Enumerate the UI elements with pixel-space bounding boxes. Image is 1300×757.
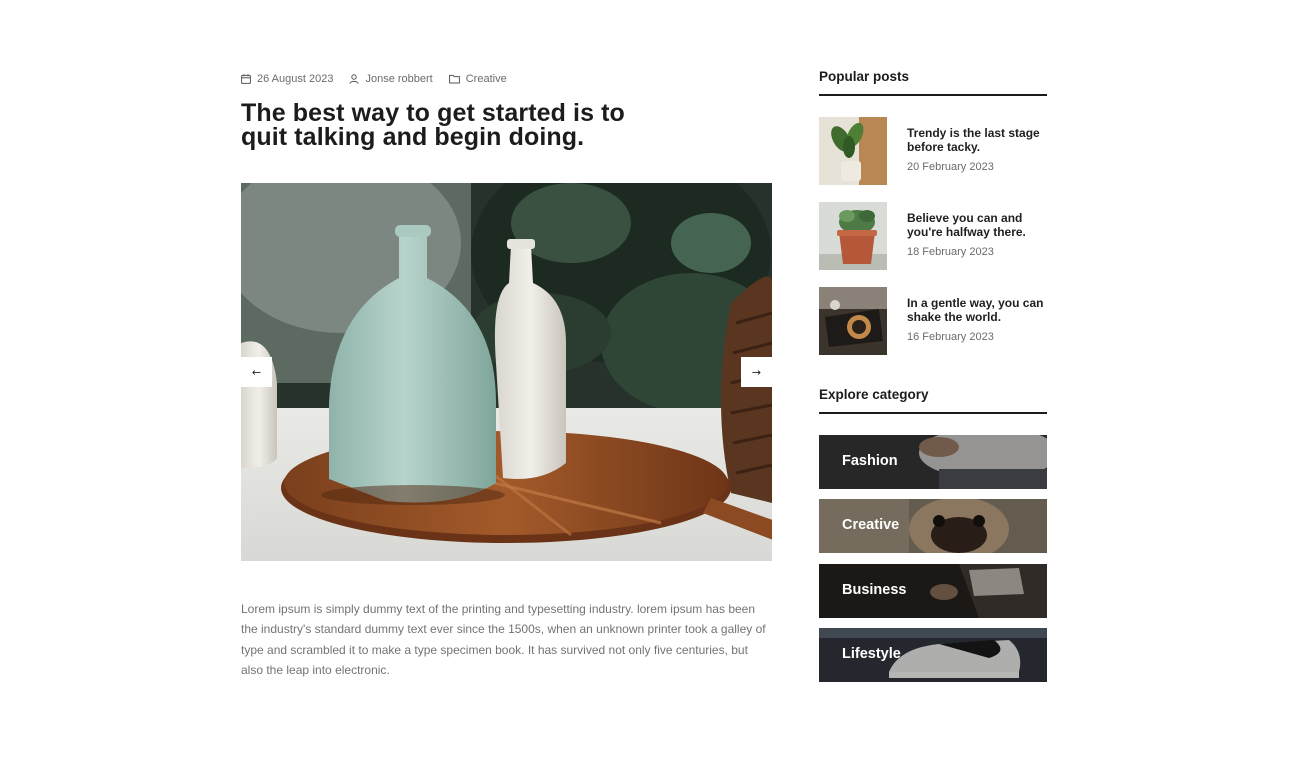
post-category[interactable]: Creative	[448, 73, 507, 85]
post-meta: 26 August 2023 Jonse robbert Creative	[241, 73, 523, 85]
speaker-photo	[819, 287, 887, 355]
explore-category-heading: Explore category	[819, 387, 1047, 414]
popular-post-title[interactable]: In a gentle way, you can shake the world…	[907, 296, 1047, 324]
category-card-lifestyle[interactable]: Lifestyle	[819, 628, 1047, 682]
popular-post-title[interactable]: Trendy is the last stage before tacky.	[907, 126, 1047, 154]
post-author[interactable]: Jonse robbert	[349, 73, 433, 85]
folder-icon	[448, 74, 460, 84]
calendar-icon	[241, 74, 251, 84]
image-slider[interactable]: ← →	[241, 183, 772, 561]
popular-post-date: 18 February 2023	[907, 246, 994, 258]
vases-photo	[241, 183, 772, 561]
popular-post-item[interactable]: Trendy is the last stage before tacky. 2…	[819, 117, 1047, 185]
popular-post-title[interactable]: Believe you can and you're halfway there…	[907, 211, 1047, 239]
post-thumbnail[interactable]	[819, 287, 887, 355]
user-icon	[349, 74, 359, 84]
popular-post-item[interactable]: In a gentle way, you can shake the world…	[819, 287, 1047, 355]
post-title: The best way to get started is to quit t…	[241, 99, 625, 151]
slider-prev-button[interactable]: ←	[241, 357, 272, 387]
category-card-creative[interactable]: Creative	[819, 499, 1047, 553]
post-date: 26 August 2023	[241, 73, 333, 85]
post-body: Lorem ipsum is simply dummy text of the …	[241, 602, 766, 678]
post-thumbnail[interactable]	[819, 202, 887, 270]
category-label: Fashion	[842, 453, 898, 469]
category-label: Business	[842, 582, 907, 598]
popular-post-date: 16 February 2023	[907, 331, 994, 343]
popular-post-date: 20 February 2023	[907, 161, 994, 173]
popular-post-item[interactable]: Believe you can and you're halfway there…	[819, 202, 1047, 270]
category-card-business[interactable]: Business	[819, 564, 1047, 618]
popular-posts-heading: Popular posts	[819, 69, 1047, 96]
category-label: Creative	[842, 517, 900, 533]
post-thumbnail[interactable]	[819, 117, 887, 185]
plant-photo	[819, 117, 887, 185]
slider-next-button[interactable]: →	[741, 357, 772, 387]
potted-plant-photo	[819, 202, 887, 270]
category-label: Lifestyle	[842, 646, 901, 662]
category-card-fashion[interactable]: Fashion	[819, 435, 1047, 489]
